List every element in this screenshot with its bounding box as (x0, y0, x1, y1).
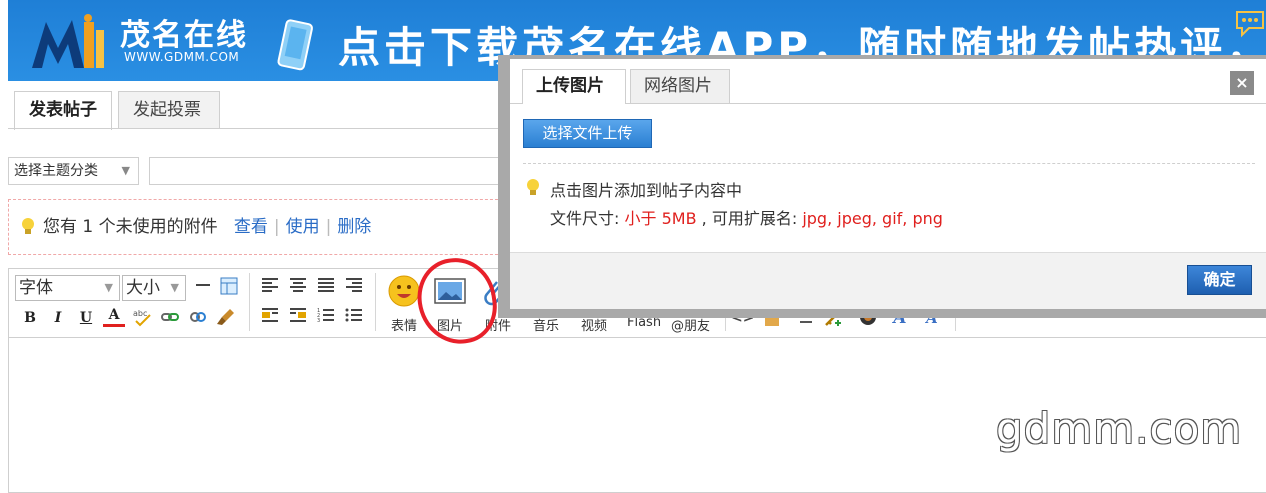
size-value: 小于 5MB (624, 209, 697, 228)
chevron-down-icon: ▼ (121, 164, 130, 177)
align-justify-icon[interactable] (315, 277, 337, 299)
underline-button[interactable]: U (75, 307, 97, 329)
unlink-icon[interactable] (187, 307, 209, 329)
unordered-list-icon[interactable] (343, 307, 365, 329)
float-left-icon[interactable] (259, 307, 281, 329)
delete-attachment-link[interactable]: 删除 (337, 217, 371, 237)
align-center-icon[interactable] (287, 277, 309, 299)
lightbulb-icon (527, 179, 539, 195)
site-logo-icon (32, 14, 104, 68)
dialog-divider (523, 163, 1255, 164)
font-color-button[interactable]: A (103, 306, 125, 327)
svg-text:3: 3 (317, 318, 320, 323)
dialog-tabs: 上传图片 网络图片 × (510, 59, 1266, 104)
extension-label: , 可用扩展名: (701, 209, 798, 228)
float-right-icon[interactable] (287, 307, 309, 329)
category-select[interactable]: 选择主题分类 ▼ (8, 157, 139, 185)
close-icon[interactable]: × (1230, 71, 1254, 95)
horizontal-rule-icon[interactable] (192, 277, 214, 299)
smiley-icon (388, 275, 420, 307)
use-attachment-link[interactable]: 使用 (286, 217, 320, 237)
clear-format-brush-icon[interactable] (215, 307, 237, 329)
upload-image-dialog: 上传图片 网络图片 × 选择文件上传 点击图片添加到帖子内容中 文件尺寸: 小于… (510, 59, 1266, 309)
align-left-icon[interactable] (259, 277, 281, 299)
watermark-text: gdmm.com (996, 404, 1243, 453)
italic-button[interactable]: I (47, 307, 69, 329)
category-select-value: 选择主题分类 (14, 163, 98, 179)
notice-text: 您有 1 个未使用的附件 (43, 217, 218, 237)
size-label: 文件尺寸: (550, 209, 620, 228)
font-family-value: 字体 (19, 278, 53, 298)
svg-text:abc: abc (133, 309, 147, 318)
bold-button[interactable]: B (19, 307, 41, 329)
tab-vote[interactable]: 发起投票 (118, 91, 220, 128)
dialog-footer: 确定 (510, 252, 1266, 309)
toolbar-separator (249, 273, 250, 331)
logo-url: WWW.GDMM.COM (124, 50, 240, 64)
separator: | (273, 217, 280, 237)
extension-value: jpg, jpeg, gif, png (802, 209, 943, 228)
view-attachment-link[interactable]: 查看 (234, 217, 268, 237)
align-right-icon[interactable] (343, 277, 365, 299)
spellcheck-icon[interactable]: abc (131, 307, 153, 329)
link-icon[interactable] (159, 307, 181, 329)
toolbar-separator (375, 273, 376, 331)
table-icon[interactable] (218, 277, 240, 299)
choose-file-upload-button[interactable]: 选择文件上传 (523, 119, 652, 148)
chevron-down-icon: ▼ (170, 281, 179, 294)
font-family-select[interactable]: 字体 ▼ (15, 275, 120, 301)
lightbulb-icon (22, 218, 34, 234)
dialog-hint: 点击图片添加到帖子内容中 (550, 181, 743, 200)
phone-icon (277, 19, 313, 71)
unused-attachment-notice: 您有 1 个未使用的附件 查看 | 使用 | 删除 (8, 199, 508, 255)
font-size-value: 大小 (126, 278, 160, 298)
tab-upload-image[interactable]: 上传图片 (522, 69, 626, 104)
title-input[interactable] (149, 157, 509, 185)
tab-network-image[interactable]: 网络图片 (630, 69, 730, 103)
chevron-down-icon: ▼ (104, 281, 113, 294)
font-size-select[interactable]: 大小 ▼ (122, 275, 186, 301)
separator: | (325, 217, 332, 237)
ordered-list-icon[interactable]: 123 (315, 307, 337, 329)
file-constraints: 文件尺寸: 小于 5MB , 可用扩展名: jpg, jpeg, gif, pn… (550, 205, 943, 229)
chat-bubble-icon (1236, 11, 1264, 38)
confirm-button[interactable]: 确定 (1187, 265, 1252, 295)
tab-post[interactable]: 发表帖子 (14, 91, 112, 130)
logo-text: 茂名在线 (120, 18, 248, 53)
tabs-divider (8, 128, 508, 129)
